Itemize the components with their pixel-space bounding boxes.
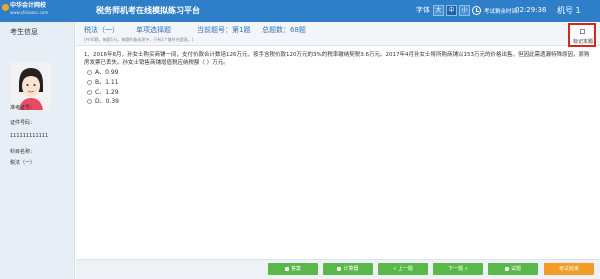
font-size-medium-button[interactable]: 中 [446, 5, 457, 16]
calculator-button[interactable]: 计算器 [323, 263, 373, 275]
font-size-small-button[interactable]: 小 [459, 5, 470, 16]
id-number-value: 111111111111 [10, 133, 49, 139]
machine-number: 机号 1 [557, 6, 581, 15]
question-note: (共40题，每题1分。每题的备选项中，只有1个最符合题意。) [84, 37, 194, 42]
timer-value: 02:29:36 [515, 6, 547, 14]
current-question: 当前题号：第1题 [197, 26, 251, 34]
subject-name-value: 税法（一） [10, 160, 36, 166]
option-label: C、1.29 [95, 89, 119, 96]
question-text: 1、2016年8月，孙女士购买商铺一间，支付价款合计数培126万元，按手含税价款… [84, 52, 590, 66]
radio-icon[interactable] [87, 90, 92, 95]
logo: 中华会计网校 www.chinaacc.com [2, 2, 70, 20]
question-type: 单项选择题 [136, 26, 171, 34]
avatar [11, 62, 51, 110]
questions-icon [504, 266, 509, 271]
answer-icon [284, 266, 289, 271]
option-c[interactable]: C、1.29 [87, 87, 119, 96]
candidate-sidebar: 考生信息 准考证号： 证件号码： 111111111111 科目名称： 税法（一… [0, 22, 75, 279]
logo-url: www.chinaacc.com [10, 10, 49, 15]
answer-button-label: 答案 [290, 266, 301, 272]
ticket-number-label: 准考证号： [10, 105, 36, 111]
option-a[interactable]: A、0.99 [87, 67, 118, 76]
bookmark-checkbox[interactable] [580, 29, 585, 34]
option-label: A、0.99 [95, 69, 119, 76]
previous-question-button[interactable]: « 上一题 [378, 263, 428, 275]
total-questions: 总题数：68题 [262, 26, 306, 34]
answer-button[interactable]: 答案 [268, 263, 318, 275]
avatar-icon [11, 62, 51, 110]
radio-icon[interactable] [87, 80, 92, 85]
radio-icon[interactable] [87, 70, 92, 75]
app-header: 中华会计网校 www.chinaacc.com 税务师机考在线模拟练习平台 字体… [0, 0, 600, 22]
logo-mark-icon [2, 4, 9, 11]
font-size-label: 字体 [416, 6, 430, 14]
question-header: 税法（一） 单项选择题 当前题号：第1题 总题数：68题 (共40题，每题1分。… [76, 22, 600, 46]
questions-button-label: 试题 [510, 266, 521, 272]
exam-subject: 税法（一） [84, 26, 119, 34]
bookmark-question-button[interactable]: 标记本题 [568, 23, 596, 47]
questions-button[interactable]: 试题 [488, 263, 538, 275]
option-label: B、1.11 [95, 79, 119, 86]
id-number-label: 证件号码： [10, 120, 36, 126]
end-exam-button[interactable]: 考试结束 [544, 263, 594, 275]
option-label: D、0.39 [95, 98, 119, 105]
next-question-button[interactable]: 下一题 » [433, 263, 483, 275]
calculator-icon [337, 266, 342, 271]
option-b[interactable]: B、1.11 [87, 77, 118, 86]
app-title: 税务师机考在线模拟练习平台 [96, 6, 200, 15]
calculator-button-label: 计算器 [343, 266, 359, 272]
option-d[interactable]: D、0.39 [87, 96, 119, 105]
subject-name-label: 科目名称： [10, 149, 36, 155]
logo-text: 中华会计网校 [10, 2, 47, 9]
radio-icon[interactable] [87, 99, 92, 104]
sidebar-title: 考生信息 [10, 28, 38, 36]
font-size-large-button[interactable]: 大 [433, 5, 444, 16]
bookmark-label: 标记本题 [573, 39, 594, 45]
clock-icon [472, 6, 481, 15]
